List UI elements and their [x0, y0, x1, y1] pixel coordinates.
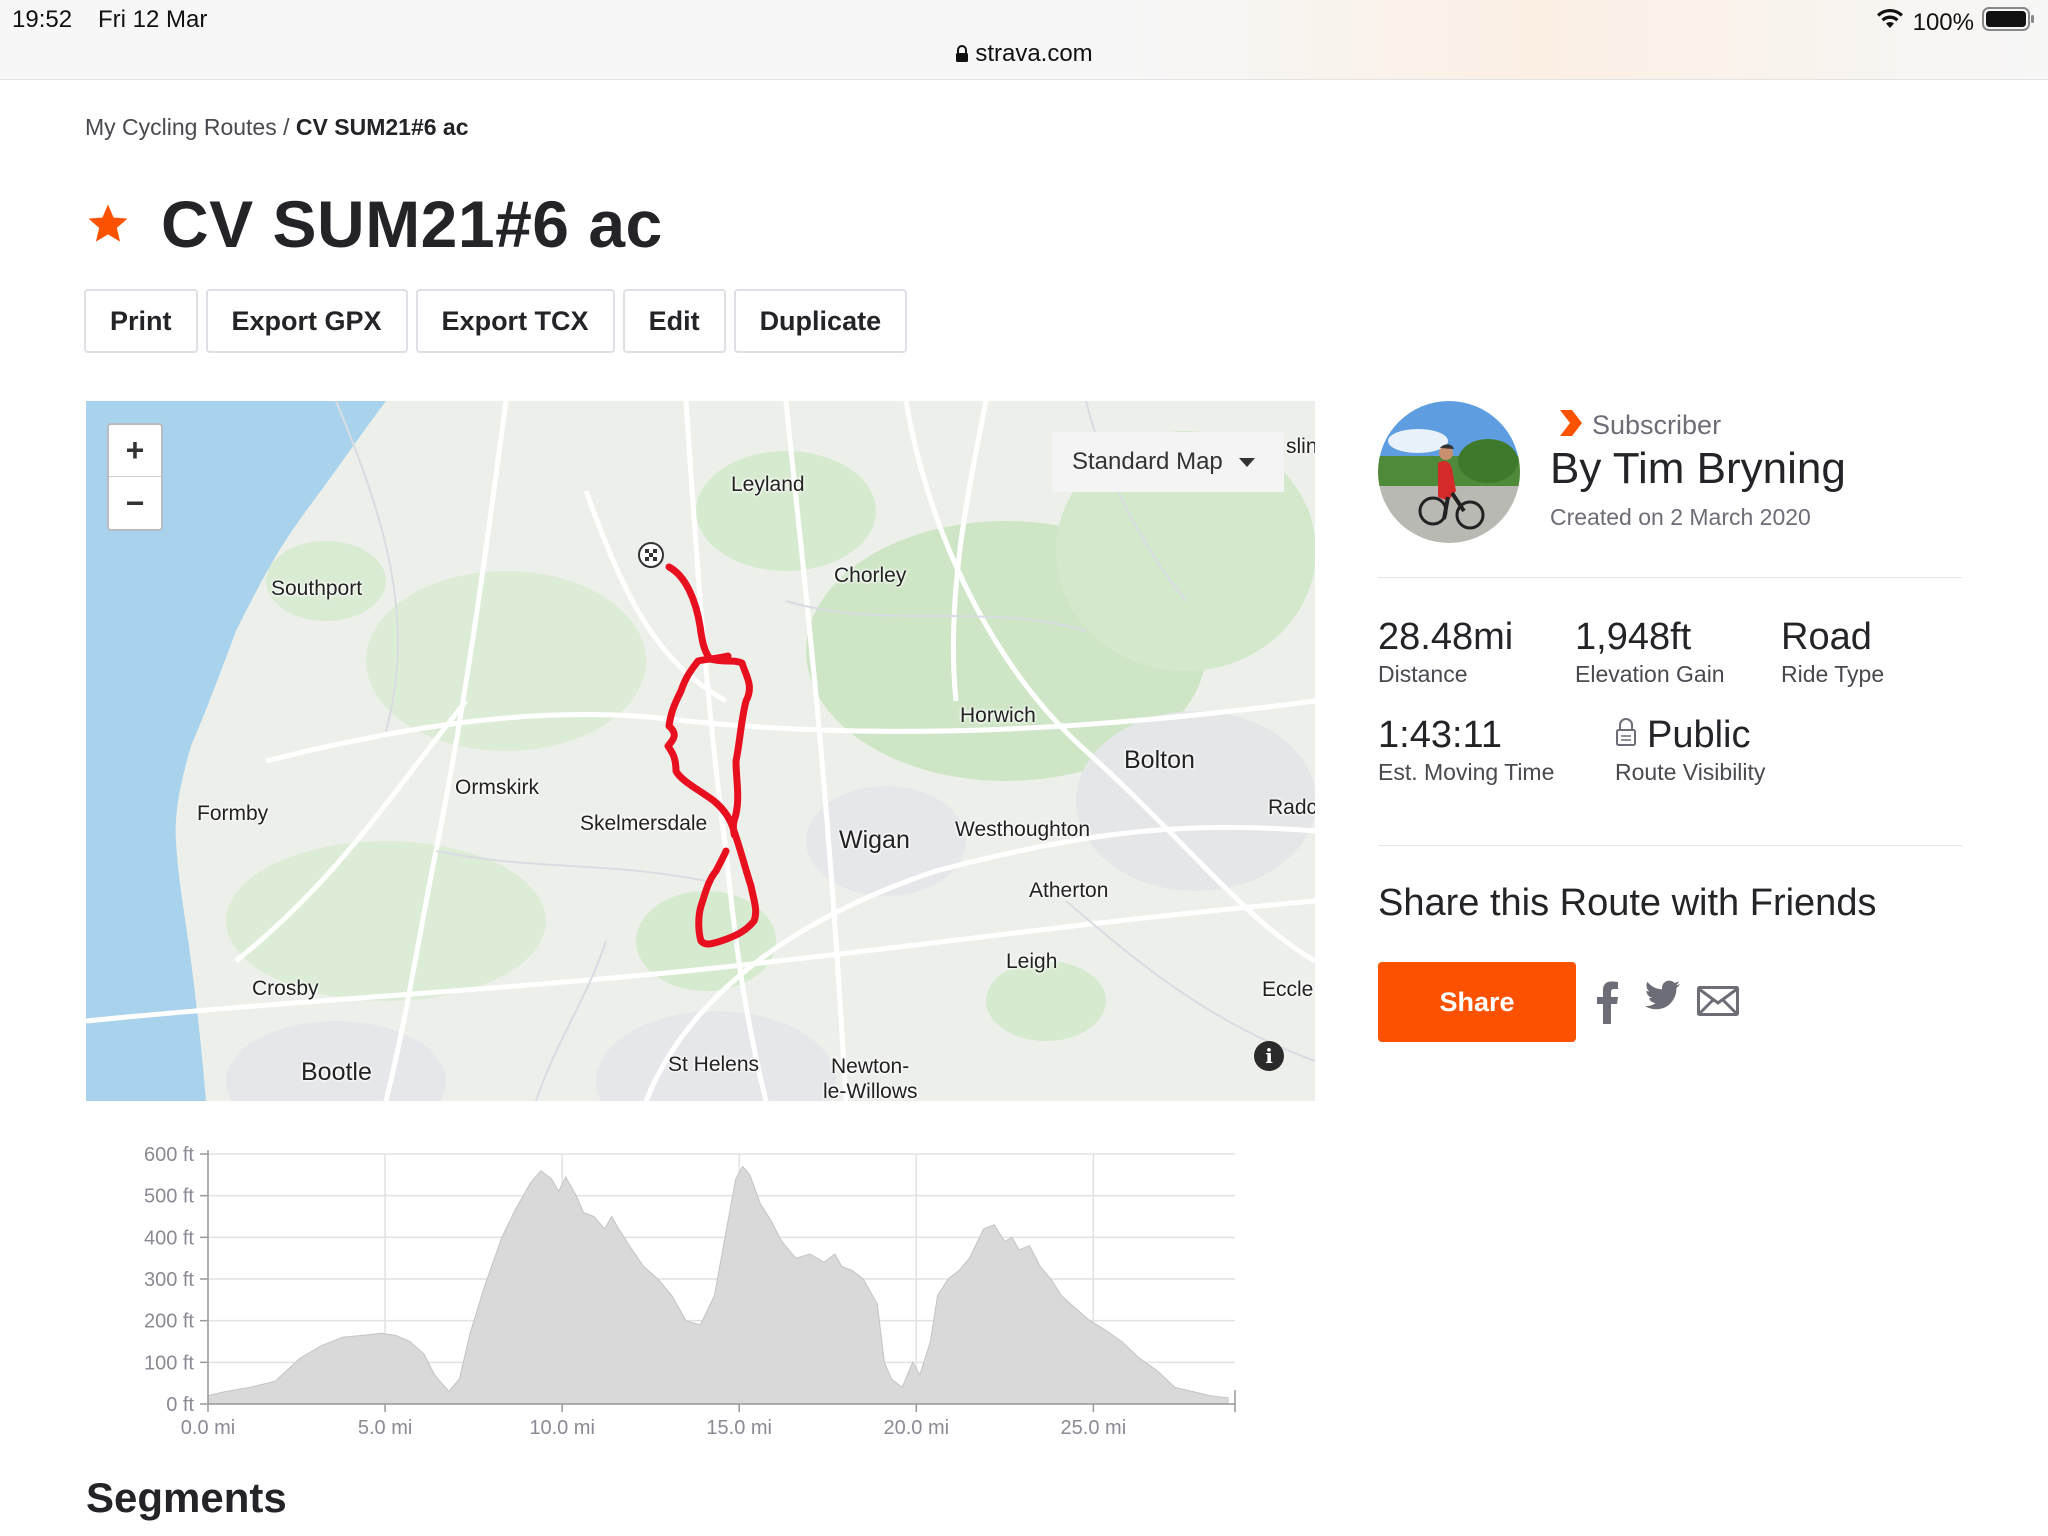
map-label-crosby: Crosby [252, 977, 319, 1000]
x-tick-label: 25.0 mi [1061, 1417, 1127, 1439]
map-label-wigan: Wigan [839, 826, 910, 854]
y-tick-label: 600 ft [144, 1144, 194, 1166]
edit-button[interactable]: Edit [622, 289, 726, 353]
stat-ride-type: Road Ride Type [1781, 616, 1884, 688]
share-button[interactable]: Share [1378, 962, 1576, 1042]
x-tick-label: 20.0 mi [883, 1417, 949, 1439]
subscriber-badge: Subscriber [1556, 408, 1721, 443]
stat-moving-time: 1:43:11 Est. Moving Time [1378, 714, 1554, 786]
x-tick-label: 15.0 mi [706, 1417, 772, 1439]
map-label-newton-2: le-Willows [823, 1080, 918, 1101]
athlete-name[interactable]: By Tim Bryning [1550, 444, 1846, 494]
map-type-dropdown[interactable]: Standard Map [1052, 432, 1284, 492]
map-label-edge: slin [1286, 435, 1315, 458]
breadcrumb-separator: / [283, 114, 290, 140]
map-label-formby: Formby [197, 802, 269, 825]
subscriber-chevron-icon [1556, 408, 1584, 443]
email-icon[interactable] [1697, 986, 1739, 1016]
subscriber-label: Subscriber [1592, 410, 1722, 440]
elevation-area [207, 1165, 1229, 1405]
padlock-icon [1615, 714, 1637, 757]
map-label-atherton: Atherton [1029, 879, 1109, 902]
title-row: CV SUM21#6 ac [85, 186, 663, 262]
map-type-label: Standard Map [1072, 448, 1223, 475]
info-icon[interactable]: i [1254, 1041, 1284, 1071]
battery-icon [1982, 6, 2036, 39]
battery-percent: 100% [1912, 8, 1974, 36]
zoom-out-button[interactable]: − [109, 477, 161, 529]
map-label-skelmersdale: Skelmersdale [580, 812, 708, 835]
breadcrumb-parent-link[interactable]: My Cycling Routes [85, 114, 277, 140]
url-text: strava.com [975, 40, 1093, 67]
star-icon[interactable] [85, 201, 131, 247]
ios-status-bar: 19:52 Fri 12 Mar 100% strava.com [0, 0, 2048, 80]
athlete-avatar[interactable] [1378, 401, 1520, 543]
map-label-westhoughton: Westhoughton [955, 818, 1091, 841]
x-tick-label: 5.0 mi [358, 1417, 412, 1439]
stat-ride-type-value: Road [1781, 616, 1872, 658]
map-label-chorley: Chorley [834, 564, 907, 587]
map-label-ormskirk: Ormskirk [455, 776, 539, 799]
x-tick-label: 10.0 mi [529, 1417, 595, 1439]
stat-visibility-value: Public [1647, 714, 1751, 756]
export-gpx-button[interactable]: Export GPX [205, 289, 408, 353]
stat-elevation-label: Elevation Gain [1575, 661, 1725, 687]
created-date: Created on 2 March 2020 [1550, 504, 1811, 530]
stat-moving-time-value: 1:43:11 [1378, 714, 1502, 756]
address-bar[interactable]: strava.com [0, 40, 2048, 70]
status-indicators: 100% [1875, 6, 2036, 39]
stat-elevation: 1,948ft Elevation Gain [1575, 616, 1725, 688]
map-label-leigh: Leigh [1006, 950, 1058, 973]
export-tcx-button[interactable]: Export TCX [415, 289, 615, 353]
stat-visibility: Public Route Visibility [1615, 714, 1765, 786]
segments-heading: Segments [86, 1474, 287, 1521]
breadcrumb-current: CV SUM21#6 ac [295, 114, 469, 140]
map-label-radcliffe: Radc [1268, 796, 1315, 819]
stat-ride-type-label: Ride Type [1781, 661, 1885, 687]
date: Fri 12 Mar [98, 6, 208, 33]
y-tick-label: 0 ft [166, 1394, 194, 1416]
zoom-in-button[interactable]: + [109, 425, 161, 477]
y-tick-label: 300 ft [144, 1269, 194, 1291]
stat-moving-time-label: Est. Moving Time [1378, 759, 1555, 785]
map-label-southport: Southport [271, 577, 363, 600]
lock-icon [955, 42, 969, 70]
stat-visibility-row: Public [1615, 714, 1765, 757]
map-label-leyland: Leyland [731, 473, 805, 496]
caret-down-icon [1238, 457, 1255, 467]
twitter-icon[interactable] [1645, 980, 1681, 1010]
stat-elevation-value: 1,948ft [1575, 616, 1692, 658]
zoom-control: + − [107, 423, 163, 531]
y-tick-label: 400 ft [144, 1227, 194, 1249]
route-actions: Print Export GPX Export TCX Edit Duplica… [84, 289, 908, 353]
x-tick-label: 0.0 mi [181, 1417, 235, 1439]
map-label-horwich: Horwich [960, 704, 1036, 727]
stat-distance-label: Distance [1378, 661, 1468, 687]
print-button[interactable]: Print [84, 289, 198, 353]
stat-visibility-label: Route Visibility [1615, 759, 1766, 785]
y-tick-label: 200 ft [144, 1311, 194, 1333]
clock: 19:52 [12, 6, 73, 33]
map-label-bolton: Bolton [1124, 746, 1195, 774]
stat-distance: 28.48mi Distance [1378, 616, 1513, 688]
facebook-icon[interactable] [1594, 980, 1620, 1024]
y-tick-label: 500 ft [144, 1186, 194, 1208]
page-title: CV SUM21#6 ac [161, 187, 663, 261]
map-label-eccles: Eccle [1262, 978, 1314, 1001]
duplicate-button[interactable]: Duplicate [733, 289, 908, 353]
divider [1378, 577, 1962, 578]
divider [1378, 845, 1962, 846]
map-label-newton-1: Newton- [831, 1055, 910, 1078]
breadcrumb: My Cycling Routes / CV SUM21#6 ac [85, 114, 469, 141]
y-tick-label: 100 ft [144, 1352, 194, 1374]
map-label-bootle: Bootle [301, 1058, 372, 1086]
map-label-st-helens: St Helens [668, 1053, 760, 1076]
route-map[interactable]: + − Standard Map slin Leyland Chorley So… [86, 401, 1315, 1101]
wifi-icon [1875, 8, 1905, 37]
elevation-chart[interactable]: 0 ft 100 ft 200 ft 300 ft 400 ft 500 ft 600 ft… [100, 1132, 1250, 1452]
share-heading: Share this Route with Friends [1378, 882, 1877, 924]
stat-distance-value: 28.48mi [1378, 616, 1514, 658]
